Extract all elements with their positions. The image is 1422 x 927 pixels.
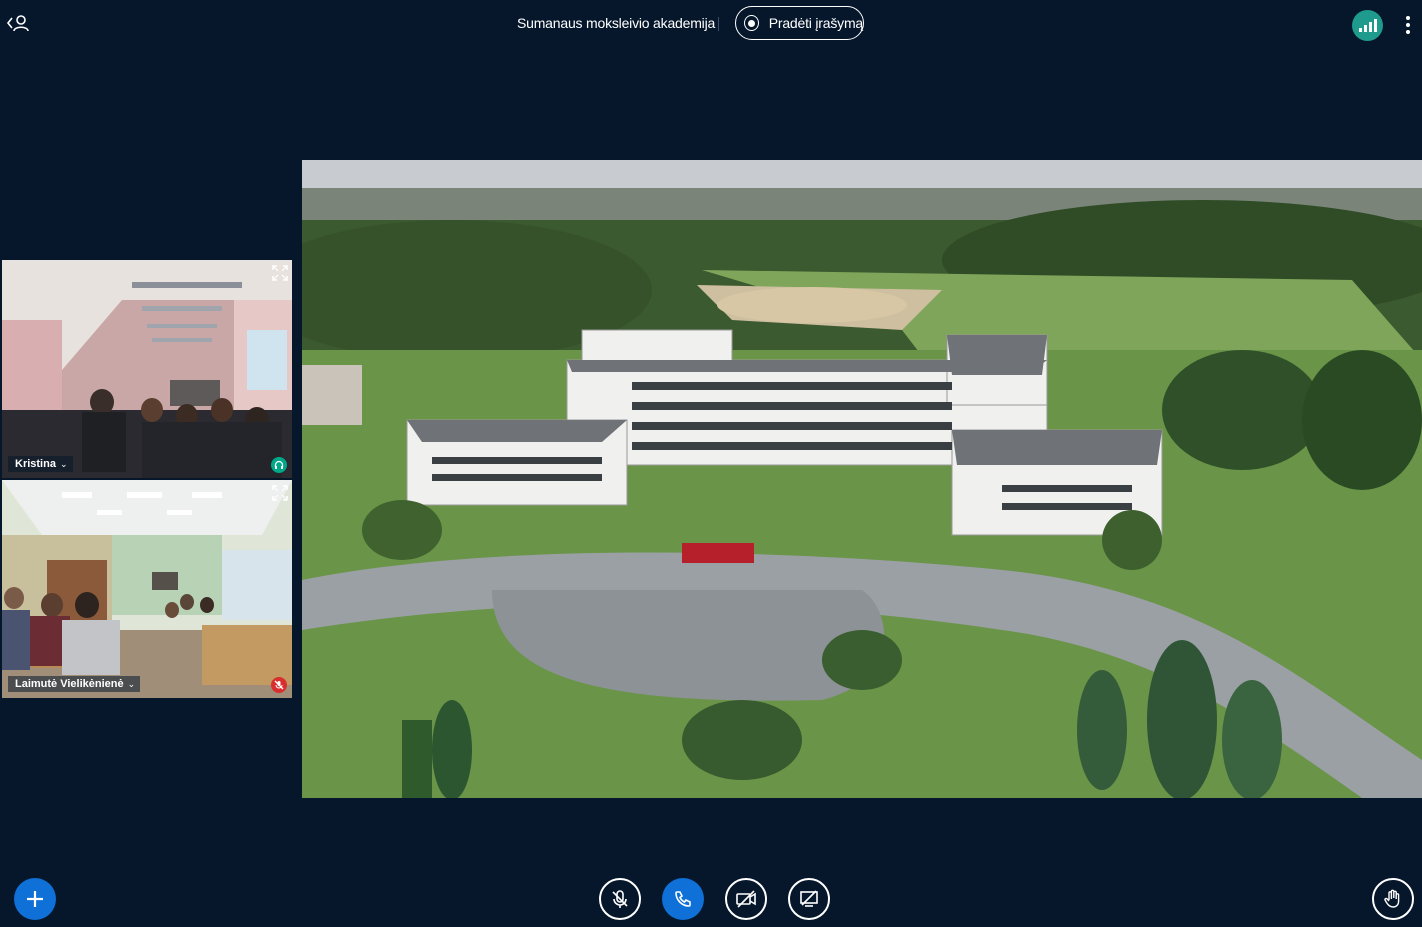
- aerial-campus-image: [302, 160, 1422, 798]
- hand-icon: [1384, 889, 1400, 908]
- webcam-video: [2, 480, 292, 698]
- title-divider: [718, 17, 719, 31]
- muted-mic-icon: [271, 677, 287, 693]
- webcam-tile[interactable]: Laimutė Vielikėnienė ⌄: [2, 480, 292, 698]
- plus-icon: [27, 891, 43, 907]
- options-menu-button[interactable]: [1399, 12, 1417, 38]
- share-webcam-button[interactable]: [725, 878, 767, 920]
- presentation-area: [302, 160, 1422, 798]
- connection-status-button[interactable]: [1352, 10, 1383, 41]
- fullscreen-icon[interactable]: [272, 485, 288, 501]
- microphone-muted-icon: [612, 890, 628, 908]
- participant-name: Kristina: [15, 458, 56, 470]
- phone-icon: [675, 891, 691, 907]
- meeting-title: Sumanaus moksleivio akademija: [517, 15, 716, 31]
- fullscreen-icon[interactable]: [272, 265, 288, 281]
- chevron-down-icon: ⌄: [59, 458, 68, 469]
- actions-button[interactable]: [14, 878, 56, 920]
- share-screen-button[interactable]: [788, 878, 830, 920]
- start-recording-button[interactable]: Pradėti įrašymą: [735, 6, 864, 40]
- screenshare-off-icon: [800, 890, 818, 907]
- headphones-icon: [271, 457, 287, 473]
- top-bar: Sumanaus moksleivio akademija Pradėti įr…: [0, 0, 1422, 48]
- raise-hand-button[interactable]: [1372, 878, 1414, 920]
- camera-off-icon: [736, 890, 756, 908]
- unmute-button[interactable]: [599, 878, 641, 920]
- participant-name: Laimutė Vielikėnienė: [15, 678, 124, 690]
- webcam-tile[interactable]: Kristina ⌄: [2, 260, 292, 478]
- chevron-down-icon: ⌄: [127, 678, 136, 689]
- participant-name-button[interactable]: Laimutė Vielikėnienė ⌄: [8, 676, 141, 692]
- participant-name-button[interactable]: Kristina ⌄: [8, 456, 73, 472]
- users-toggle-button[interactable]: [6, 12, 32, 34]
- record-label: Pradėti įrašymą: [768, 15, 863, 31]
- users-toggle-icon: [6, 15, 29, 32]
- record-icon: [744, 15, 759, 31]
- webcam-video: [2, 260, 292, 478]
- more-vertical-icon: [1406, 16, 1410, 20]
- signal-bars-icon: [1358, 28, 1362, 32]
- leave-audio-button[interactable]: [662, 878, 704, 920]
